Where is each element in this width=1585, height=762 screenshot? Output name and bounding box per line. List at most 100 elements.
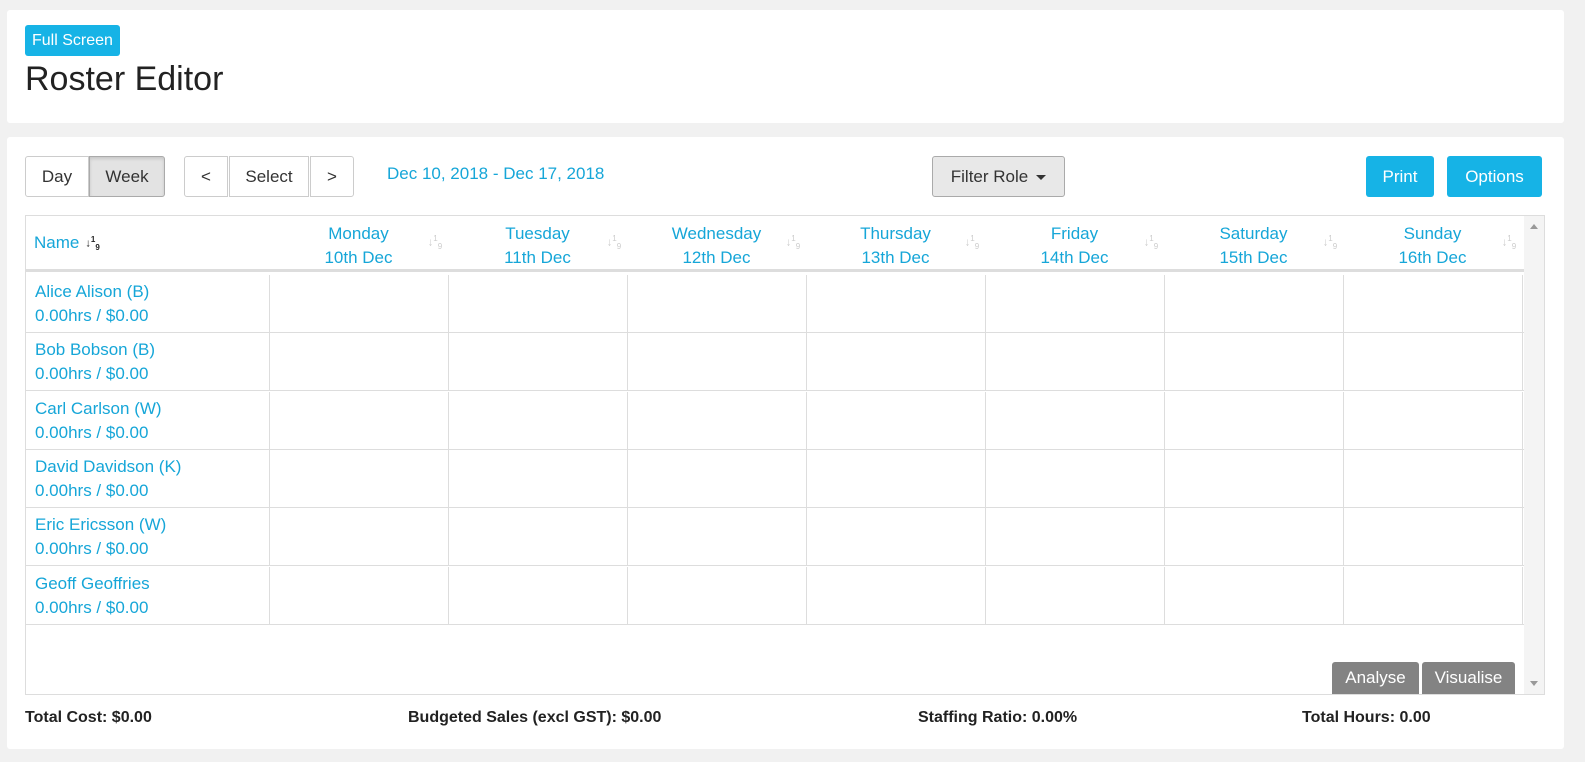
employee-cell[interactable]: Alice Alison (B) 0.00hrs / $0.00: [35, 280, 149, 328]
shift-cell[interactable]: [806, 508, 985, 567]
employee-cell[interactable]: Geoff Geoffries 0.00hrs / $0.00: [35, 572, 150, 620]
options-button[interactable]: Options: [1447, 156, 1542, 197]
day-column-header[interactable]: Friday 14th Dec: [985, 222, 1164, 270]
shift-cell[interactable]: [1343, 449, 1522, 508]
sort-numeric-icon[interactable]: ↓19: [1501, 234, 1517, 251]
analyse-button[interactable]: Analyse: [1332, 662, 1419, 694]
table-row: Alice Alison (B) 0.00hrs / $0.00: [26, 275, 1524, 333]
day-column-header[interactable]: Wednesday 12th Dec: [627, 222, 806, 270]
shift-cell[interactable]: [1164, 391, 1343, 450]
employee-summary: 0.00hrs / $0.00: [35, 597, 149, 617]
shift-cell[interactable]: [1164, 566, 1343, 625]
employee-summary: 0.00hrs / $0.00: [35, 539, 149, 559]
day-date: 12th Dec: [682, 248, 751, 267]
day-view-button[interactable]: Day: [25, 156, 89, 197]
sort-numeric-icon[interactable]: ↓19: [785, 234, 801, 251]
shift-cell[interactable]: [985, 275, 1164, 333]
shift-cell[interactable]: [806, 275, 985, 333]
grid-divider: [1522, 566, 1523, 625]
shift-cell[interactable]: [448, 333, 627, 392]
shift-cell[interactable]: [269, 333, 448, 392]
shift-cell[interactable]: [269, 508, 448, 567]
print-button[interactable]: Print: [1366, 156, 1434, 197]
employee-cell[interactable]: Bob Bobson (B) 0.00hrs / $0.00: [35, 338, 155, 386]
sort-numeric-icon[interactable]: ↓19: [606, 234, 622, 251]
week-view-button[interactable]: Week: [89, 156, 165, 197]
total-cost: Total Cost: $0.00: [25, 709, 152, 726]
sort-numeric-icon[interactable]: ↓19: [427, 234, 443, 251]
day-column-header[interactable]: Monday 10th Dec: [269, 222, 448, 270]
shift-cell[interactable]: [448, 449, 627, 508]
grid-divider: [1522, 391, 1523, 450]
shift-cell[interactable]: [448, 275, 627, 333]
scroll-up-icon[interactable]: [1530, 224, 1538, 229]
sort-numeric-icon[interactable]: ↓19: [1143, 234, 1159, 251]
employee-name: Alice Alison (B): [35, 282, 150, 301]
page-title: Roster Editor: [25, 60, 224, 98]
budgeted-sales: Budgeted Sales (excl GST): $0.00: [408, 709, 662, 726]
shift-cell[interactable]: [985, 391, 1164, 450]
day-date: 15th Dec: [1219, 248, 1288, 267]
shift-cell[interactable]: [627, 566, 806, 625]
shift-cell[interactable]: [985, 449, 1164, 508]
sort-numeric-icon[interactable]: ↓19: [1322, 234, 1338, 251]
table-row: Bob Bobson (B) 0.00hrs / $0.00: [26, 333, 1524, 392]
shift-cell[interactable]: [1343, 508, 1522, 567]
filter-role-dropdown[interactable]: Filter Role: [932, 156, 1065, 197]
next-week-button[interactable]: >: [310, 156, 354, 197]
employee-name: Bob Bobson (B): [35, 340, 156, 360]
shift-cell[interactable]: [269, 566, 448, 625]
shift-cell[interactable]: [985, 566, 1164, 625]
shift-cell[interactable]: [806, 566, 985, 625]
visualise-button[interactable]: Visualise: [1422, 662, 1515, 694]
shift-cell[interactable]: [806, 333, 985, 392]
name-header-label: Name: [34, 233, 80, 252]
sort-numeric-icon[interactable]: ↓19: [964, 234, 980, 251]
shift-cell[interactable]: [627, 449, 806, 508]
sort-numeric-icon[interactable]: ↓19: [85, 235, 99, 252]
shift-cell[interactable]: [269, 275, 448, 333]
day-column-header[interactable]: Sunday 16th Dec: [1343, 222, 1522, 270]
shift-cell[interactable]: [269, 391, 448, 450]
shift-cell[interactable]: [448, 391, 627, 450]
grid-header: Name ↓19 Monday 10th Dec ↓19 Tuesday 11th Dec…: [26, 216, 1524, 272]
shift-cell[interactable]: [627, 508, 806, 567]
shift-cell[interactable]: [627, 275, 806, 333]
shift-cell[interactable]: [448, 566, 627, 625]
table-row: Carl Carlson (W) 0.00hrs / $0.00: [26, 391, 1524, 450]
shift-cell[interactable]: [1164, 333, 1343, 392]
shift-cell[interactable]: [448, 508, 627, 567]
shift-cell[interactable]: [806, 391, 985, 450]
header-panel: Full Screen Roster Editor: [7, 10, 1564, 123]
name-column-header[interactable]: Name ↓19: [34, 233, 100, 253]
day-column-header[interactable]: Thursday 13th Dec: [806, 222, 985, 270]
shift-cell[interactable]: [985, 333, 1164, 392]
day-date: 11th Dec: [504, 248, 571, 267]
prev-week-button[interactable]: <: [184, 156, 228, 197]
day-column-header[interactable]: Tuesday 11th Dec: [448, 222, 627, 270]
shift-cell[interactable]: [627, 391, 806, 450]
employee-cell[interactable]: Eric Ericsson (W) 0.00hrs / $0.00: [35, 513, 166, 561]
full-screen-button[interactable]: Full Screen: [25, 25, 120, 56]
shift-cell[interactable]: [806, 449, 985, 508]
roster-panel: Day Week < Select > Dec 10, 2018 - Dec 1…: [7, 137, 1564, 749]
day-column-header[interactable]: Saturday 15th Dec: [1164, 222, 1343, 270]
shift-cell[interactable]: [627, 333, 806, 392]
shift-cell[interactable]: [1343, 566, 1522, 625]
shift-cell[interactable]: [1164, 275, 1343, 333]
shift-cell[interactable]: [1343, 391, 1522, 450]
shift-cell[interactable]: [1164, 508, 1343, 567]
scroll-down-icon[interactable]: [1530, 681, 1538, 686]
shift-cell[interactable]: [269, 449, 448, 508]
shift-cell[interactable]: [1164, 449, 1343, 508]
shift-cell[interactable]: [1343, 275, 1522, 333]
vertical-scrollbar[interactable]: [1524, 216, 1544, 694]
employee-cell[interactable]: Carl Carlson (W) 0.00hrs / $0.00: [35, 397, 162, 445]
shift-cell[interactable]: [1343, 333, 1522, 392]
grid-divider: [1522, 275, 1523, 333]
shift-cell[interactable]: [985, 508, 1164, 567]
employee-cell[interactable]: David Davidson (K) 0.00hrs / $0.00: [35, 455, 181, 503]
grid-divider: [1522, 449, 1523, 508]
employee-name: Geoff Geoffries: [35, 573, 150, 593]
select-week-button[interactable]: Select: [229, 156, 309, 197]
